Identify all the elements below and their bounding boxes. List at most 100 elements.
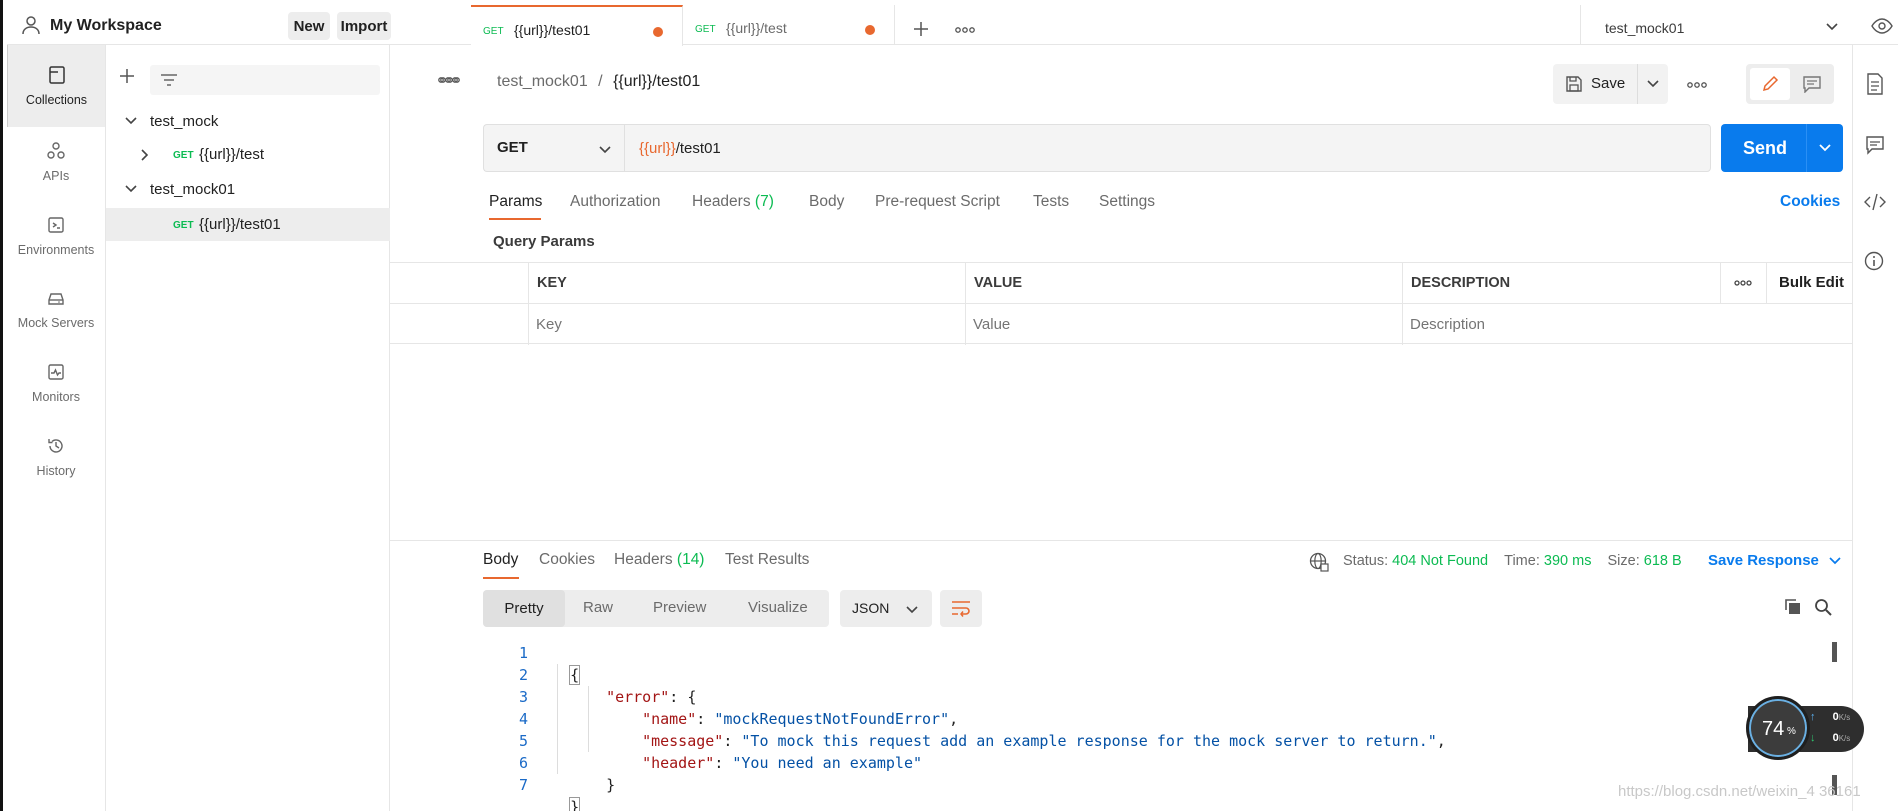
tree-item-request-active[interactable]: GET {{url}}/test01 — [106, 208, 390, 241]
eye-icon[interactable] — [1871, 18, 1893, 34]
tab-request-2[interactable]: GET {{url}}/test — [683, 5, 895, 45]
method-select[interactable]: GET — [483, 124, 624, 172]
tab-headers[interactable]: Headers (7) — [692, 193, 774, 211]
nav-monitors[interactable]: Monitors — [7, 348, 105, 418]
save-response-button[interactable]: Save Response — [1708, 552, 1841, 569]
params-table: KEY VALUE DESCRIPTION Bulk Edit — [390, 262, 1852, 345]
nav-label: Environments — [17, 243, 95, 257]
collection-name: test_mock01 — [150, 181, 236, 198]
comments-icon[interactable] — [1865, 135, 1885, 155]
param-key-input[interactable] — [536, 311, 956, 337]
format-value: JSON — [852, 600, 890, 616]
tab-params[interactable]: Params — [489, 193, 542, 220]
bulk-edit-button[interactable]: Bulk Edit — [1779, 274, 1844, 291]
save-label: Save — [1591, 75, 1626, 92]
nav-collections[interactable]: Collections — [7, 45, 105, 127]
filter-input[interactable] — [150, 65, 380, 95]
new-button[interactable]: New — [288, 12, 330, 40]
import-button[interactable]: Import — [337, 12, 391, 40]
view-visualize-button[interactable]: Visualize — [748, 599, 808, 616]
line-number: 3 — [518, 688, 528, 706]
wrap-lines-button[interactable] — [940, 590, 982, 627]
nav-label: Collections — [25, 93, 88, 107]
download-rate: ↓ 0K/s — [1810, 732, 1851, 744]
tree-item-collection[interactable]: test_mock — [106, 108, 390, 136]
status-value[interactable]: 404 Not Found — [1392, 553, 1488, 569]
environment-selector[interactable]: test_mock01 — [1580, 5, 1850, 45]
time-label: Time: — [1504, 553, 1540, 569]
code-line-6: } — [606, 776, 616, 794]
line-number: 5 — [518, 732, 528, 750]
request-method: GET — [173, 150, 194, 161]
line-number: 7 — [518, 776, 528, 794]
tab-method: GET — [483, 26, 504, 37]
indent-guide — [588, 686, 589, 752]
size-value[interactable]: 618 B — [1644, 553, 1682, 569]
copy-icon[interactable] — [1784, 598, 1802, 616]
send-button[interactable]: Send — [1721, 124, 1843, 172]
environments-icon — [48, 217, 64, 233]
search-icon[interactable] — [1814, 598, 1832, 616]
workspace-name[interactable]: My Workspace — [50, 17, 162, 35]
headers-count: (7) — [754, 193, 774, 210]
tab-more-icon[interactable] — [955, 26, 975, 34]
response-tab-body[interactable]: Body — [483, 551, 519, 579]
editor-scrollbar[interactable] — [1832, 642, 1837, 662]
tab-settings[interactable]: Settings — [1099, 193, 1155, 211]
chevron-down-icon — [124, 184, 138, 194]
nav-apis[interactable]: APIs — [7, 127, 105, 197]
response-tab-cookies[interactable]: Cookies — [539, 551, 595, 569]
param-value-input[interactable] — [973, 311, 1393, 337]
history-icon — [48, 439, 63, 453]
comment-mode-icon[interactable] — [1802, 75, 1822, 93]
code-line-4: "message": "To mock this request add an … — [642, 732, 1446, 750]
url-variable: {{url}} — [639, 140, 676, 157]
code-line-2: "error": { — [606, 688, 697, 706]
cpu-gauge[interactable]: 74 % — [1746, 696, 1810, 760]
tab-body[interactable]: Body — [809, 193, 844, 211]
view-pretty-button[interactable]: Pretty — [483, 590, 565, 627]
view-raw-button[interactable]: Raw — [583, 599, 613, 616]
nav-environments[interactable]: Environments — [7, 201, 105, 271]
tab-request-1[interactable]: GET {{url}}/test01 — [471, 5, 683, 46]
chevron-down-icon[interactable] — [1646, 79, 1660, 89]
param-description-input[interactable] — [1410, 311, 1840, 337]
code-line-3: "name": "mockRequestNotFoundError", — [642, 710, 959, 728]
request-method: GET — [173, 220, 194, 231]
format-select[interactable]: JSON — [840, 590, 932, 627]
code-line-1: { — [552, 642, 581, 685]
nav-label: APIs — [42, 169, 70, 183]
query-params-title: Query Params — [493, 233, 595, 250]
tab-tests[interactable]: Tests — [1033, 193, 1069, 211]
col-key: KEY — [537, 275, 567, 291]
globe-icon[interactable] — [1309, 552, 1329, 572]
cpu-percent: 74 — [1762, 718, 1785, 740]
info-icon[interactable] — [1864, 251, 1884, 271]
save-button[interactable]: Save — [1553, 64, 1668, 104]
tab-prerequest-script[interactable]: Pre-request Script — [875, 193, 1000, 211]
chevron-down-icon[interactable] — [1818, 143, 1832, 153]
breadcrumb-collection[interactable]: test_mock01 — [497, 73, 588, 90]
response-tab-test-results[interactable]: Test Results — [725, 551, 809, 569]
table-more-icon[interactable] — [1734, 279, 1752, 287]
documentation-icon[interactable] — [1866, 73, 1884, 95]
tab-name: {{url}}/test01 — [514, 22, 591, 38]
tree-item-collection[interactable]: test_mock01 — [106, 176, 390, 204]
nav-mock-servers[interactable]: Mock Servers — [7, 274, 105, 344]
breadcrumb-request[interactable]: {{url}}/test01 — [613, 73, 700, 90]
nav-history[interactable]: History — [7, 422, 105, 492]
url-input[interactable]: {{url}}/test01 — [624, 124, 1711, 172]
response-tab-headers[interactable]: Headers (14) — [614, 551, 704, 569]
new-tab-plus-icon[interactable] — [912, 20, 930, 38]
view-preview-button[interactable]: Preview — [653, 599, 706, 616]
tab-authorization[interactable]: Authorization — [570, 193, 660, 211]
cookies-link[interactable]: Cookies — [1780, 193, 1840, 211]
code-icon[interactable] — [1864, 193, 1886, 211]
request-more-icon[interactable] — [1687, 81, 1707, 89]
add-collection-icon[interactable] — [118, 67, 136, 85]
unsaved-dot-icon — [653, 27, 663, 37]
time-value[interactable]: 390 ms — [1544, 553, 1592, 569]
edit-mode-button[interactable] — [1750, 68, 1790, 100]
tree-item-request[interactable]: GET {{url}}/test — [106, 141, 390, 169]
more-options-icon[interactable] — [438, 76, 458, 84]
